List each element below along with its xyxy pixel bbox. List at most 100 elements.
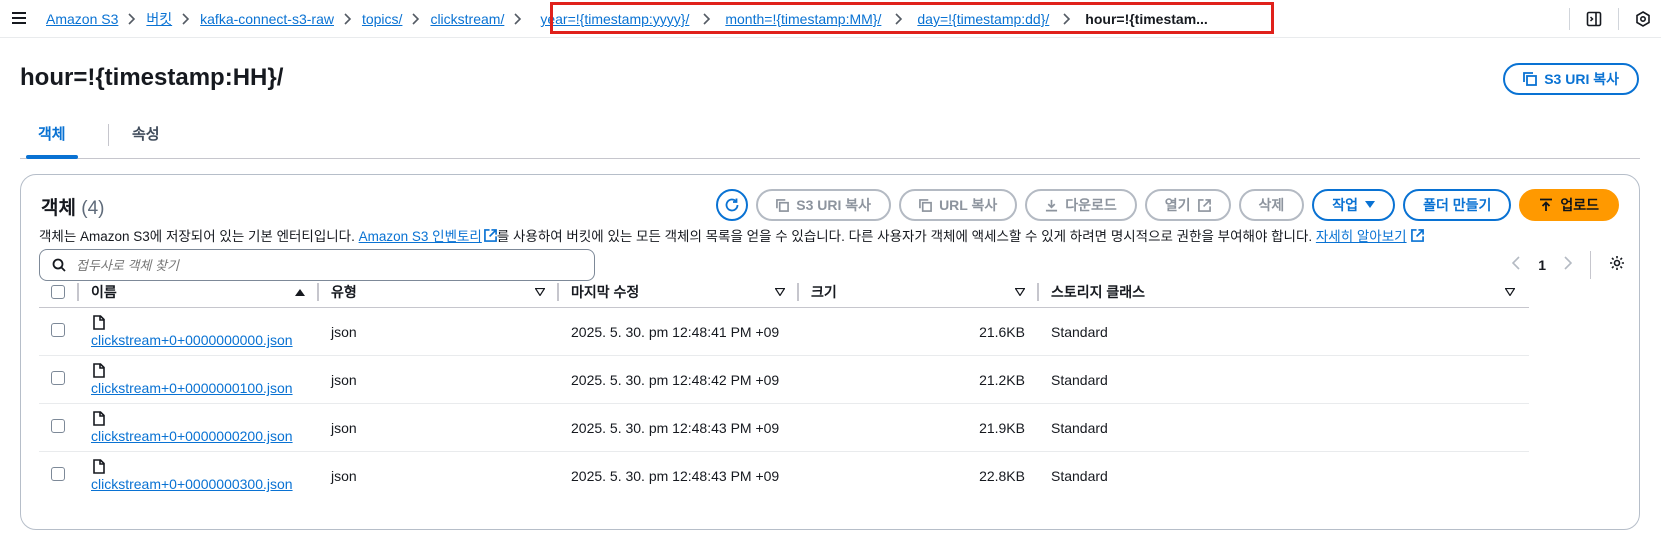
chevron-right-icon <box>895 13 903 25</box>
search-icon <box>52 258 66 272</box>
breadcrumb-clickstream[interactable]: clickstream/ <box>430 11 504 27</box>
breadcrumb-year[interactable]: year=!{timestamp:yyyy}/ <box>540 11 689 27</box>
learn-more-link[interactable]: 자세히 알아보기 <box>1316 229 1407 244</box>
row-checkbox[interactable] <box>51 419 65 433</box>
breadcrumb-month[interactable]: month=!{timestamp:MM}/ <box>725 11 881 27</box>
next-page-icon[interactable] <box>1564 255 1573 275</box>
object-type: json <box>319 403 559 452</box>
prev-page-icon[interactable] <box>1512 255 1520 275</box>
column-type-label: 유형 <box>331 284 357 300</box>
refresh-button[interactable] <box>716 189 749 221</box>
object-last-modified: 2025. 5. 30. pm 12:48:41 PM +09 <box>559 307 799 356</box>
copy-icon <box>1523 72 1538 86</box>
inventory-link[interactable]: Amazon S3 인벤토리 <box>359 229 482 244</box>
breadcrumb-amazon-s3[interactable]: Amazon S3 <box>46 11 118 27</box>
object-name-link[interactable]: clickstream+0+0000000200.json <box>91 428 293 444</box>
tab-objects[interactable]: 객체 <box>26 112 78 159</box>
file-icon <box>93 363 105 378</box>
breadcrumb-buckets[interactable]: 버킷 <box>146 9 172 29</box>
table-settings-gear-icon[interactable] <box>1609 255 1625 276</box>
download-label: 다운로드 <box>1065 197 1117 213</box>
column-name-label: 이름 <box>91 284 117 300</box>
row-checkbox[interactable] <box>51 467 65 481</box>
breadcrumb-topics[interactable]: topics/ <box>362 11 402 27</box>
tab-properties[interactable]: 속성 <box>132 112 160 158</box>
copy-s3-uri-button[interactable]: S3 URI 복사 <box>756 189 892 221</box>
file-icon <box>93 459 105 474</box>
current-page-number[interactable]: 1 <box>1538 257 1546 273</box>
download-button[interactable]: 다운로드 <box>1025 189 1137 221</box>
breadcrumb-bucket[interactable]: kafka-connect-s3-raw <box>200 11 334 27</box>
actions-dropdown-button[interactable]: 작업 <box>1312 189 1396 221</box>
column-storage-label: 스토리지 클래스 <box>1051 284 1146 300</box>
page-title: hour=!{timestamp:HH}/ <box>20 64 284 91</box>
create-folder-label: 폴더 만들기 <box>1423 197 1492 213</box>
divider <box>1618 8 1619 30</box>
object-size: 21.9KB <box>799 403 1039 452</box>
chevron-right-icon <box>1063 13 1071 25</box>
info-panel-icon[interactable] <box>1584 9 1604 29</box>
open-button[interactable]: 열기 <box>1144 189 1231 221</box>
external-link-icon <box>1410 229 1424 242</box>
hamburger-menu-icon[interactable] <box>12 11 26 25</box>
row-checkbox[interactable] <box>51 371 65 385</box>
breadcrumb-hour-current: hour=!{timestam... <box>1085 11 1208 27</box>
table-row: clickstream+0+0000000100.json json 2025.… <box>39 355 1529 404</box>
copy-icon <box>919 198 932 212</box>
select-all-checkbox[interactable] <box>51 285 65 299</box>
delete-button[interactable]: 삭제 <box>1238 189 1305 221</box>
table-row: clickstream+0+0000000300.json json 2025.… <box>39 452 1529 500</box>
object-type: json <box>331 467 357 484</box>
create-folder-button[interactable]: 폴더 만들기 <box>1403 189 1512 221</box>
object-search-input[interactable] <box>74 256 558 274</box>
top-right-tools <box>1569 8 1653 30</box>
upload-label: 업로드 <box>1560 197 1599 213</box>
object-name-link[interactable]: clickstream+0+0000000300.json <box>91 476 293 492</box>
column-header-size[interactable]: 크기 <box>799 277 1039 307</box>
objects-count: (4) <box>81 198 105 219</box>
breadcrumb-day[interactable]: day=!{timestamp:dd}/ <box>917 11 1049 27</box>
chevron-right-icon <box>344 13 352 25</box>
copy-url-button[interactable]: URL 복사 <box>899 189 1018 221</box>
table-row: clickstream+0+0000000200.json json 2025.… <box>39 403 1529 452</box>
divider <box>1569 8 1570 30</box>
chevron-right-icon <box>412 13 420 25</box>
object-name-link[interactable]: clickstream+0+0000000000.json <box>91 332 293 348</box>
sort-caret-down-icon <box>1015 288 1025 296</box>
object-size: 22.8KB <box>979 467 1025 484</box>
external-link-icon <box>1197 198 1211 212</box>
copy-s3-uri-header-button[interactable]: S3 URI 복사 <box>1503 63 1639 95</box>
top-navigation-bar: Amazon S3 버킷 kafka-connect-s3-raw topics… <box>0 0 1661 38</box>
object-name-link[interactable]: clickstream+0+0000000100.json <box>91 380 293 396</box>
copy-s3-uri-label: S3 URI 복사 <box>796 197 872 213</box>
object-type: json <box>319 307 559 356</box>
chevron-right-icon <box>128 13 136 25</box>
sort-caret-down-icon <box>775 288 785 296</box>
settings-hexagon-icon[interactable] <box>1633 9 1653 29</box>
refresh-icon <box>725 198 739 212</box>
upload-button[interactable]: 업로드 <box>1519 189 1619 221</box>
column-header-modified[interactable]: 마지막 수정 <box>559 277 799 307</box>
object-storage-class: Standard <box>1039 403 1529 452</box>
chevron-right-icon <box>703 13 711 25</box>
download-icon <box>1046 199 1058 211</box>
objects-header: 객체 (4) <box>41 193 104 220</box>
upload-icon <box>1540 198 1553 211</box>
sort-caret-down-icon <box>1505 288 1515 296</box>
file-icon <box>93 411 105 426</box>
copy-url-label: URL 복사 <box>939 197 998 213</box>
table-row: clickstream+0+0000000000.json json 2025.… <box>39 307 1529 356</box>
caret-down-icon <box>1365 201 1376 208</box>
sort-ascending-icon <box>295 289 305 296</box>
objects-panel: 객체 (4) S3 URI 복사 URL 복사 다운로드 열기 삭제 작업 폴더… <box>20 174 1640 530</box>
column-header-name[interactable]: 이름 <box>79 277 319 307</box>
object-storage-class: Standard <box>1051 467 1108 484</box>
delete-label: 삭제 <box>1258 197 1285 213</box>
objects-description: 객체는 Amazon S3에 저장되어 있는 기본 엔터티입니다. Amazon… <box>39 225 1424 245</box>
object-last-modified: 2025. 5. 30. pm 12:48:42 PM +09 <box>559 355 799 404</box>
column-header-type[interactable]: 유형 <box>319 277 559 307</box>
tab-divider <box>108 124 109 146</box>
column-header-storage-class[interactable]: 스토리지 클래스 <box>1039 277 1529 307</box>
row-checkbox[interactable] <box>51 323 65 337</box>
object-size: 21.6KB <box>799 307 1039 356</box>
